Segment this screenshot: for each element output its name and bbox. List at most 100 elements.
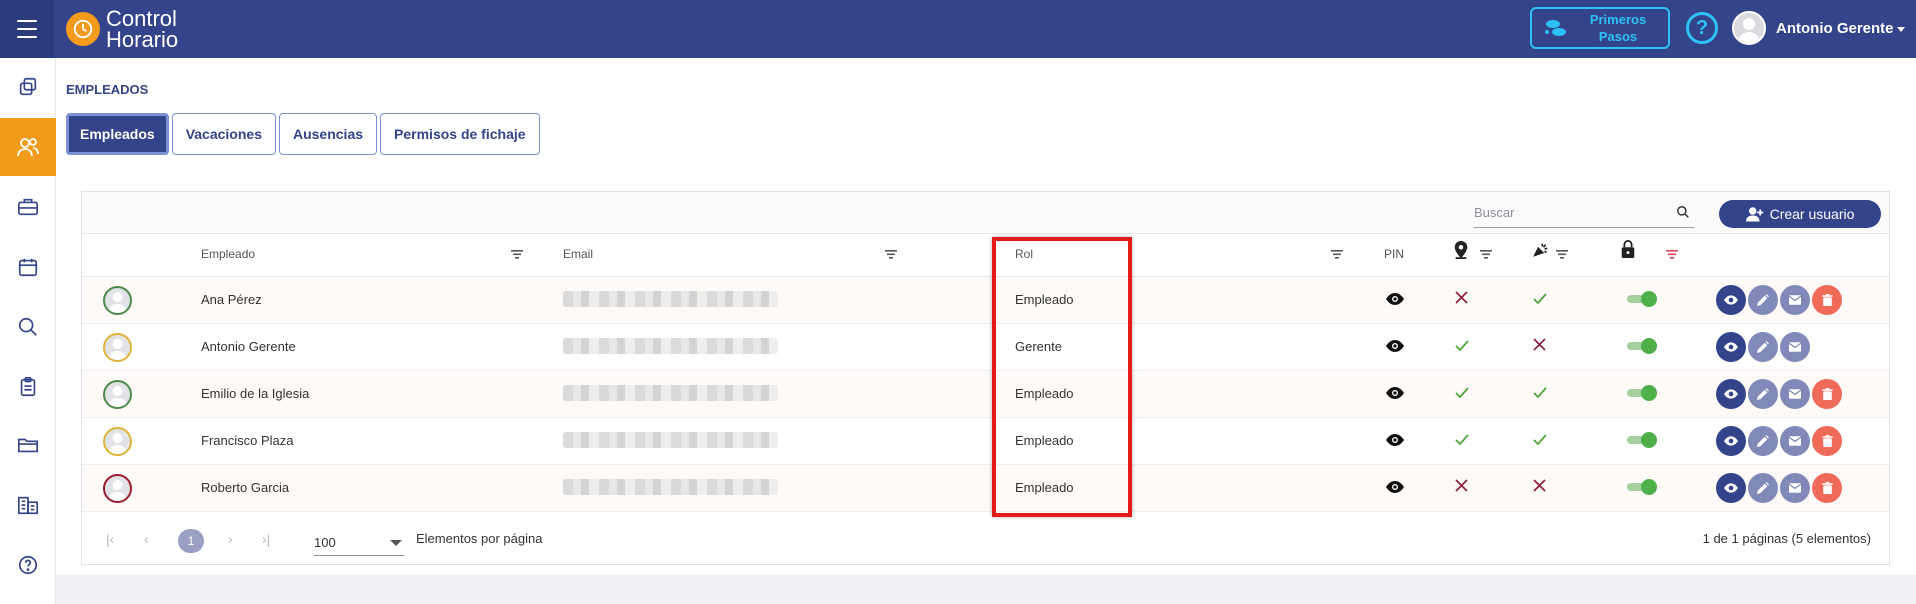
mail-icon (1789, 389, 1801, 399)
eye-icon[interactable] (1386, 386, 1404, 400)
email-button[interactable] (1780, 379, 1810, 409)
avatar (103, 286, 132, 315)
show-pin-button[interactable] (1386, 433, 1404, 452)
active-toggle[interactable] (1625, 385, 1657, 401)
filter-icon[interactable] (1331, 250, 1343, 259)
folder-icon (18, 438, 38, 453)
search-icon (18, 317, 37, 336)
table-row: Francisco Plaza Empleado (82, 418, 1889, 465)
delete-button[interactable] (1812, 426, 1842, 456)
last-page-icon[interactable]: ›| (262, 531, 270, 547)
edit-button[interactable] (1748, 332, 1778, 362)
employee-name: Emilio de la Iglesia (201, 386, 310, 401)
table-row: Antonio Gerente Gerente (82, 324, 1889, 371)
delete-button[interactable] (1812, 473, 1842, 503)
edit-button[interactable] (1748, 285, 1778, 315)
eye-icon[interactable] (1386, 292, 1404, 306)
create-user-button[interactable]: Crear usuario (1719, 200, 1881, 228)
view-button[interactable] (1716, 285, 1746, 315)
edit-button[interactable] (1748, 473, 1778, 503)
avatar (103, 427, 132, 456)
filter-icon[interactable] (885, 250, 897, 259)
help-symbol: ? (1695, 16, 1709, 39)
check-icon (1533, 434, 1547, 446)
check-icon (1455, 434, 1469, 446)
delete-button[interactable] (1812, 285, 1842, 315)
tab-absences[interactable]: Ausencias (278, 113, 378, 155)
prev-page-icon[interactable]: ‹ (144, 531, 149, 547)
help-icon (18, 555, 38, 575)
search-icon[interactable] (1676, 205, 1690, 219)
tab-employees[interactable]: Empleados (66, 113, 169, 155)
sidebar-item-projects[interactable] (0, 178, 56, 236)
email-button[interactable] (1780, 332, 1810, 362)
sidebar-item-calendar[interactable] (0, 238, 56, 296)
active-toggle[interactable] (1625, 338, 1657, 354)
email-blurred (563, 385, 778, 401)
check-icon (1533, 293, 1547, 305)
search-field (1474, 198, 1694, 228)
first-page-icon[interactable]: |‹ (106, 531, 114, 547)
sidebar-item-employees[interactable] (0, 118, 56, 176)
active-toggle[interactable] (1625, 432, 1657, 448)
filter-icon[interactable] (1480, 250, 1492, 259)
edit-button[interactable] (1748, 426, 1778, 456)
user-menu[interactable]: Antonio Gerente (1732, 11, 1905, 45)
view-button[interactable] (1716, 379, 1746, 409)
delete-button[interactable] (1812, 379, 1842, 409)
sidebar-item-documents[interactable] (0, 416, 56, 474)
buildings-icon (18, 496, 38, 515)
table-header: Empleado Email Rol PIN (82, 234, 1889, 277)
tab-vacations[interactable]: Vacaciones (171, 113, 276, 155)
pencil-icon (1757, 482, 1769, 494)
email-blurred (563, 291, 778, 307)
clock-in-status (1533, 479, 1546, 497)
help-button[interactable]: ? (1686, 12, 1718, 44)
pencil-icon (1757, 294, 1769, 306)
sidebar-item-search[interactable] (0, 298, 56, 356)
show-pin-button[interactable] (1386, 386, 1404, 405)
menu-button[interactable] (0, 0, 54, 58)
geolocation-status (1455, 479, 1468, 497)
next-page-icon[interactable]: › (228, 531, 233, 547)
sidebar-item-dashboard[interactable] (0, 58, 56, 116)
email-blurred (563, 432, 778, 448)
view-button[interactable] (1716, 473, 1746, 503)
eye-icon[interactable] (1386, 433, 1404, 447)
briefcase-icon (18, 198, 38, 216)
first-steps-button[interactable]: Primeros Pasos (1530, 7, 1670, 49)
tab-clock-permissions[interactable]: Permisos de fichaje (380, 113, 540, 155)
sidebar-item-reports[interactable] (0, 358, 56, 416)
location-pin-icon (1454, 241, 1468, 259)
pagination: |‹ ‹ 1 › ›| 100 Elementos por página 1 d… (82, 514, 1889, 566)
edit-button[interactable] (1748, 379, 1778, 409)
current-page[interactable]: 1 (178, 529, 204, 553)
sidebar-item-company[interactable] (0, 476, 56, 534)
cross-icon (1455, 291, 1468, 304)
show-pin-button[interactable] (1386, 480, 1404, 499)
active-toggle[interactable] (1625, 291, 1657, 307)
eye-icon[interactable] (1386, 480, 1404, 494)
sidebar-item-help[interactable] (0, 536, 56, 594)
show-pin-button[interactable] (1386, 339, 1404, 358)
view-button[interactable] (1716, 426, 1746, 456)
email-button[interactable] (1780, 426, 1810, 456)
show-pin-button[interactable] (1386, 292, 1404, 311)
filter-icon-active[interactable] (1666, 250, 1678, 259)
active-toggle[interactable] (1625, 479, 1657, 495)
email-button[interactable] (1780, 285, 1810, 315)
per-page-select[interactable]: 100 (314, 526, 404, 556)
chevron-down-icon (1896, 26, 1905, 32)
mail-icon (1789, 295, 1801, 305)
check-icon (1533, 387, 1547, 399)
eye-icon[interactable] (1386, 339, 1404, 353)
view-button[interactable] (1716, 332, 1746, 362)
filter-icon[interactable] (511, 250, 523, 259)
app-logo[interactable]: Control Horario (66, 8, 178, 51)
filter-icon[interactable] (1556, 250, 1568, 259)
trash-icon (1821, 388, 1833, 400)
geolocation-status (1455, 386, 1469, 404)
clock-logo-icon (66, 12, 100, 46)
search-input[interactable] (1474, 202, 1664, 222)
email-button[interactable] (1780, 473, 1810, 503)
